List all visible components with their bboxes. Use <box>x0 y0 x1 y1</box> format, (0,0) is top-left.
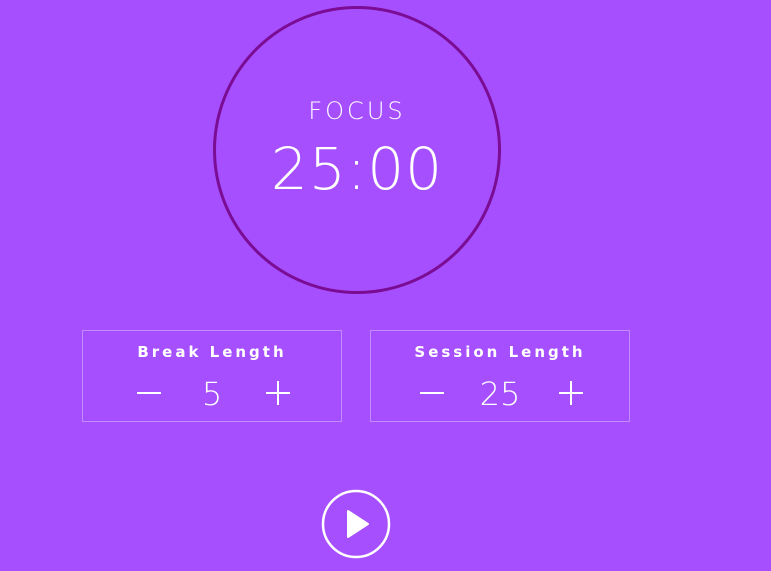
minus-icon <box>420 392 444 394</box>
session-decrement-button[interactable] <box>412 373 452 413</box>
play-icon <box>321 489 391 559</box>
timer-display: FOCUS 25:00 <box>213 6 501 294</box>
break-decrement-button[interactable] <box>129 373 169 413</box>
break-length-row: 5 <box>83 373 341 413</box>
session-length-row: 25 <box>371 373 629 413</box>
session-length-label: Session Length <box>414 343 586 361</box>
plus-icon <box>559 381 583 405</box>
timer-mode-label: FOCUS <box>308 97 406 125</box>
play-button[interactable] <box>321 489 391 559</box>
break-length-value: 5 <box>201 375 223 413</box>
break-length-control: Break Length 5 <box>82 330 342 422</box>
pomodoro-app: FOCUS 25:00 Break Length 5 Session Lengt… <box>0 0 771 571</box>
session-increment-button[interactable] <box>551 373 591 413</box>
minus-icon <box>137 392 161 394</box>
break-length-label: Break Length <box>137 343 287 361</box>
timer-countdown: 25:00 <box>270 135 444 203</box>
break-increment-button[interactable] <box>258 373 298 413</box>
session-length-control: Session Length 25 <box>370 330 630 422</box>
plus-icon <box>266 381 290 405</box>
